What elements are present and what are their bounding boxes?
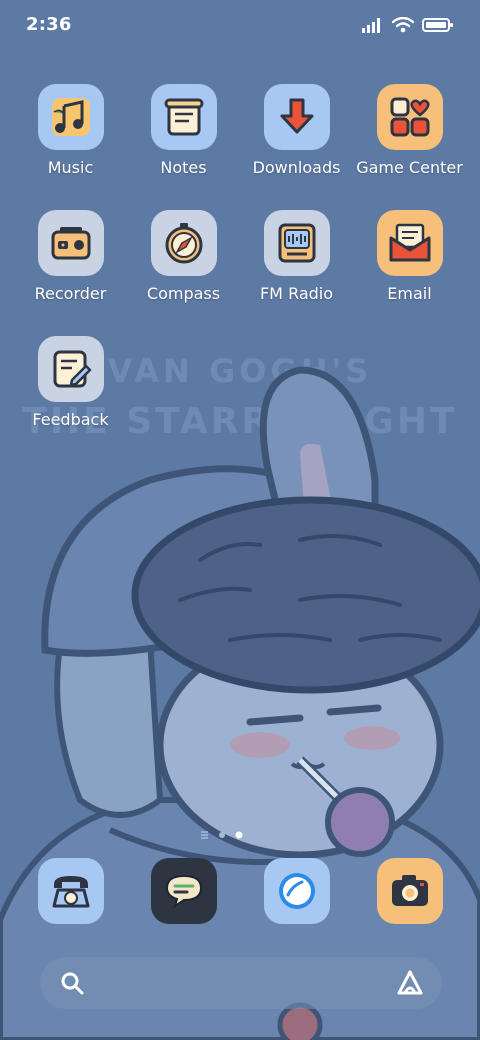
page-dot-active[interactable] [235,831,243,839]
assistant-icon[interactable] [396,969,424,997]
app-tile[interactable] [150,84,217,150]
envelope-icon [389,223,430,262]
app-label: Compass [146,284,221,303]
app-music[interactable]: Music [14,84,127,177]
app-tile[interactable] [263,858,330,924]
dock-phone[interactable] [14,858,127,924]
dock [0,858,480,928]
dock-browser[interactable] [240,858,353,924]
app-recorder[interactable]: Recorder [14,210,127,303]
page-indicator[interactable] [200,829,260,841]
search-bar[interactable] [40,957,442,1009]
app-tile[interactable] [37,336,104,402]
compass-icon [165,223,202,264]
feedback-pencil-icon [53,350,91,388]
app-label: Music [47,158,94,177]
browser-icon [278,873,315,909]
phone-icon [52,876,89,908]
app-tile[interactable] [263,210,330,276]
app-compass[interactable]: Compass [127,210,240,303]
app-tile[interactable] [376,210,443,276]
app-email[interactable]: Email [353,210,466,303]
app-feedback[interactable]: Feedback [14,336,127,429]
app-tile[interactable] [150,858,217,924]
dock-messages[interactable] [127,858,240,924]
app-label: Notes [160,158,207,177]
download-arrow-icon [280,98,313,134]
app-tile[interactable] [263,84,330,150]
app-label: Email [387,284,432,303]
app-notes[interactable]: Notes [127,84,240,177]
messages-icon [165,874,202,909]
app-fm-radio[interactable]: FM Radio [240,210,353,303]
menu-lines-icon [201,831,208,839]
wifi-icon [392,17,414,33]
status-bar: 2:36 [0,0,480,50]
page-dot[interactable] [219,832,225,838]
game-blocks-icon [390,97,430,137]
app-label: Recorder [34,284,107,303]
app-label: Downloads [252,158,341,177]
music-note-icon [51,98,90,136]
app-tile[interactable] [150,210,217,276]
dock-camera[interactable] [353,858,466,924]
app-game-center[interactable]: Game Center [353,84,466,177]
app-tile[interactable] [376,858,443,924]
app-tile[interactable] [37,84,104,150]
app-tile[interactable] [37,210,104,276]
status-icons [362,14,454,36]
status-time: 2:36 [26,14,72,35]
app-label: Game Center [356,158,463,177]
app-tile[interactable] [376,84,443,150]
signal-icon [362,18,380,33]
app-label: Feedback [32,410,109,429]
battery-icon [422,18,453,32]
radio-icon [278,223,315,263]
app-label: FM Radio [259,284,334,303]
app-downloads[interactable]: Downloads [240,84,353,177]
camera-icon [391,875,428,906]
search-icon[interactable] [60,971,84,995]
recorder-icon [51,227,90,260]
scroll-icon [164,98,203,136]
app-tile[interactable] [37,858,104,924]
